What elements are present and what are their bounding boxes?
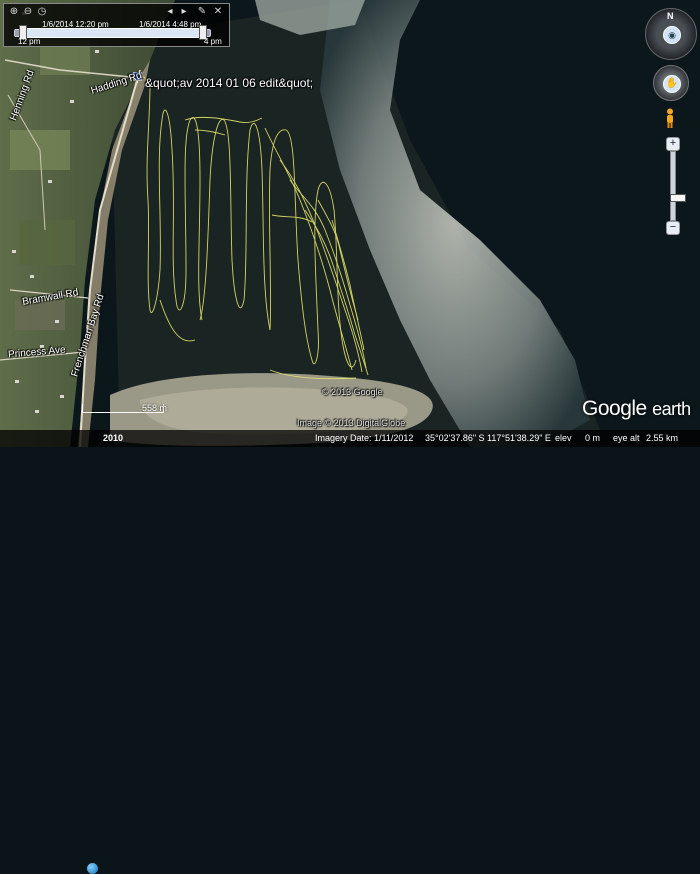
zoom-out-icon[interactable]: ⊖ [22,6,34,18]
end-tick-label: 4 pm [204,37,222,46]
eye-alt-value: 2.55 km [646,433,679,443]
pegman-icon[interactable] [664,108,676,128]
zoom-track[interactable] [670,151,686,221]
eye-alt-label: eye alt [613,433,640,443]
play-prev-icon[interactable]: ◂ [164,6,176,18]
zoom-thumb[interactable] [670,194,686,202]
field [20,220,75,265]
time-range[interactable] [24,28,204,38]
satellite-map[interactable] [0,0,700,447]
zoom-slider[interactable]: + − [666,137,686,235]
zoom-in-icon[interactable]: ⊕ [8,6,20,18]
digitalglobe-copyright: Image © 2013 DigitalGlobe [297,418,406,428]
scale-label: 558 m [142,403,168,413]
elev-label: elev [555,433,572,443]
time-slider[interactable]: ⊕ ⊖ ◷ ◂ ▸ ✎ ✕ 1/6/2014 12:20 pm 1/6/2014… [3,3,230,47]
close-icon[interactable]: ✕ [212,6,224,18]
clock-icon[interactable]: ◷ [36,6,48,18]
elev-value: 0 m [585,433,601,443]
logo-google: Google [582,397,647,420]
zoom-out-button[interactable]: − [666,221,680,235]
logo-earth: earth [652,399,691,419]
play-next-icon[interactable]: ▸ [178,6,190,18]
wrench-icon[interactable]: ✎ [196,6,208,18]
look-compass[interactable]: N ◉ [645,8,697,60]
historical-year[interactable]: 2010 [103,433,123,443]
historical-imagery-icon[interactable] [87,863,98,874]
longitude: 117°51'38.29" E [487,433,551,443]
google-copyright: © 2013 Google [322,387,383,397]
status-bar: 2010 Imagery Date: 1/11/2012 35°02'37.86… [0,430,700,874]
imagery-date: Imagery Date: 1/11/2012 [315,433,414,443]
track-title[interactable]: &quot;av 2014 01 06 edit&quot; [145,76,313,90]
start-tick-label: 12 pm [18,37,41,46]
google-earth-logo: Google earth [582,397,691,421]
eye-icon[interactable]: ◉ [663,26,681,44]
latitude: 35°02'37.86" S [425,433,485,443]
zoom-in-button[interactable]: + [666,137,680,151]
north-label[interactable]: N [667,11,674,21]
hand-icon[interactable]: ✋ [663,75,681,93]
pan-control[interactable]: ✋ [653,65,689,101]
